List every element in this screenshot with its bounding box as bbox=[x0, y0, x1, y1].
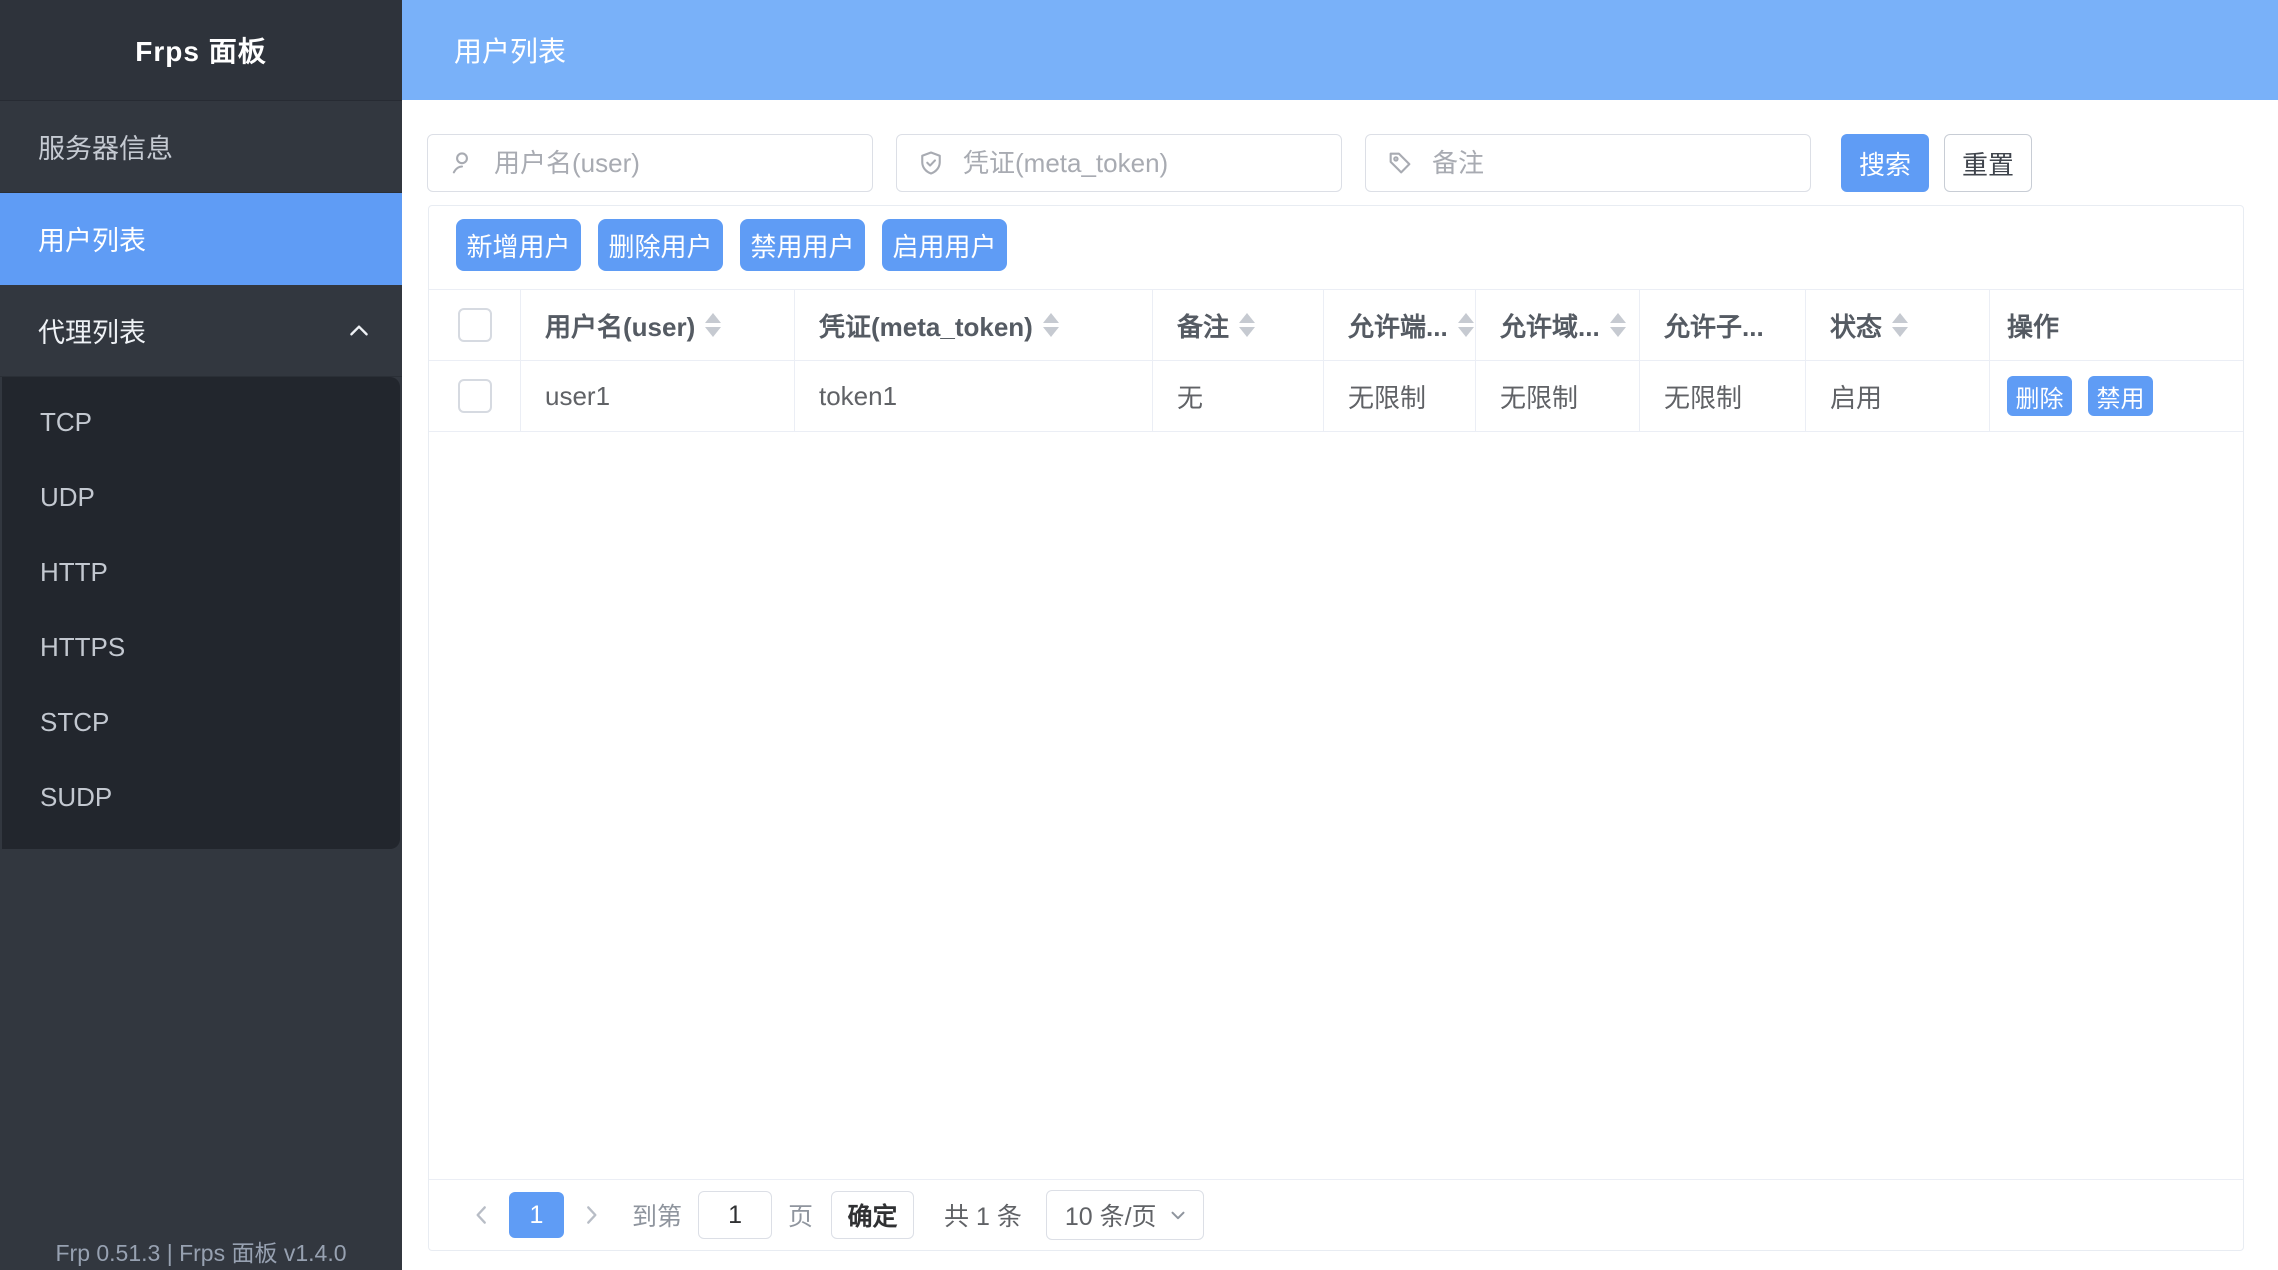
sidebar-item-server-info[interactable]: 服务器信息 bbox=[0, 101, 402, 193]
sort-caret-icon[interactable] bbox=[1043, 313, 1059, 337]
goto-page-input[interactable] bbox=[698, 1191, 772, 1239]
tag-icon bbox=[1386, 149, 1414, 177]
row-checkbox[interactable] bbox=[458, 379, 492, 413]
row-disable-button[interactable]: 禁用 bbox=[2088, 376, 2153, 416]
sidebar-item-http[interactable]: HTTP bbox=[2, 535, 400, 610]
token-field[interactable] bbox=[896, 134, 1342, 192]
cell-ports: 无限制 bbox=[1324, 361, 1476, 431]
pagination-bar: 1 到第 页 确定 共 1 条 10 条/页 bbox=[429, 1179, 2243, 1250]
sort-caret-icon[interactable] bbox=[1239, 313, 1255, 337]
user-table-card: 新增用户 删除用户 禁用用户 启用用户 用户名(user) 凭证(meta_to… bbox=[428, 205, 2244, 1251]
add-user-button[interactable]: 新增用户 bbox=[456, 219, 581, 271]
cell-subdomains: 无限制 bbox=[1640, 361, 1806, 431]
reset-button[interactable]: 重置 bbox=[1944, 134, 2032, 192]
sort-caret-icon[interactable] bbox=[1610, 313, 1626, 337]
username-field[interactable] bbox=[427, 134, 873, 192]
prev-page-icon[interactable] bbox=[469, 1202, 495, 1228]
main-content: 搜索 重置 新增用户 删除用户 禁用用户 启用用户 用户名(user) 凭证(m… bbox=[402, 100, 2278, 1270]
row-select-cell bbox=[429, 361, 521, 431]
page-title: 用户列表 bbox=[402, 30, 566, 70]
cell-status: 启用 bbox=[1806, 361, 1990, 431]
sidebar-item-user-list[interactable]: 用户列表 bbox=[0, 193, 402, 285]
sidebar-item-stcp[interactable]: STCP bbox=[2, 685, 400, 760]
cell-token: token1 bbox=[795, 361, 1153, 431]
column-header-actions: 操作 bbox=[1990, 290, 2243, 360]
remark-field[interactable] bbox=[1365, 134, 1811, 192]
cell-remark: 无 bbox=[1153, 361, 1324, 431]
sidebar: Frps 面板 服务器信息 用户列表 代理列表 TCP UDP HTTP HTT… bbox=[0, 0, 402, 1270]
chevron-down-icon bbox=[1167, 1204, 1189, 1226]
sidebar-item-label: 代理列表 bbox=[38, 311, 146, 350]
select-all-checkbox[interactable] bbox=[458, 308, 492, 342]
cell-user: user1 bbox=[521, 361, 795, 431]
select-all-cell bbox=[429, 290, 521, 360]
column-header-remark[interactable]: 备注 bbox=[1153, 290, 1324, 360]
sort-caret-icon[interactable] bbox=[705, 313, 721, 337]
disable-users-button[interactable]: 禁用用户 bbox=[740, 219, 865, 271]
sort-caret-icon[interactable] bbox=[1458, 313, 1474, 337]
column-header-domains[interactable]: 允许域... bbox=[1476, 290, 1640, 360]
shield-check-icon bbox=[917, 149, 945, 177]
user-icon bbox=[448, 149, 476, 177]
remark-input[interactable] bbox=[1430, 147, 1790, 180]
column-header-ports[interactable]: 允许端... bbox=[1324, 290, 1476, 360]
version-footer: Frp 0.51.3 | Frps 面板 v1.4.0 bbox=[0, 1234, 402, 1268]
search-button[interactable]: 搜索 bbox=[1841, 134, 1929, 192]
sort-caret-icon[interactable] bbox=[1892, 313, 1908, 337]
goto-suffix-label: 页 bbox=[788, 1197, 813, 1233]
total-count-label: 共 1 条 bbox=[944, 1197, 1022, 1233]
column-header-status[interactable]: 状态 bbox=[1806, 290, 1990, 360]
table-header-row: 用户名(user) 凭证(meta_token) 备注 允许端... 允许域..… bbox=[429, 289, 2243, 361]
sidebar-item-label: 服务器信息 bbox=[38, 127, 173, 166]
sidebar-item-tcp[interactable]: TCP bbox=[2, 385, 400, 460]
sidebar-item-https[interactable]: HTTPS bbox=[2, 610, 400, 685]
page-size-select[interactable]: 10 条/页 bbox=[1046, 1190, 1204, 1240]
page-header: 用户列表 bbox=[402, 0, 2278, 100]
toolbar: 新增用户 删除用户 禁用用户 启用用户 bbox=[456, 219, 1024, 271]
sidebar-item-proxy-list[interactable]: 代理列表 bbox=[0, 285, 402, 377]
chevron-up-icon bbox=[346, 318, 372, 344]
page-number-button[interactable]: 1 bbox=[509, 1192, 564, 1238]
column-header-subdomains[interactable]: 允许子... bbox=[1640, 290, 1806, 360]
sidebar-item-sudp[interactable]: SUDP bbox=[2, 760, 400, 835]
token-input[interactable] bbox=[961, 147, 1321, 180]
column-header-token[interactable]: 凭证(meta_token) bbox=[795, 290, 1153, 360]
enable-users-button[interactable]: 启用用户 bbox=[882, 219, 1007, 271]
app-title: Frps 面板 bbox=[0, 0, 402, 101]
column-header-user[interactable]: 用户名(user) bbox=[521, 290, 795, 360]
delete-users-button[interactable]: 删除用户 bbox=[598, 219, 723, 271]
sidebar-item-label: 用户列表 bbox=[38, 219, 146, 258]
goto-confirm-button[interactable]: 确定 bbox=[831, 1191, 914, 1239]
search-row: 搜索 重置 bbox=[427, 134, 2032, 192]
user-table: 用户名(user) 凭证(meta_token) 备注 允许端... 允许域..… bbox=[429, 289, 2243, 432]
cell-actions: 删除 禁用 bbox=[1990, 361, 2243, 431]
table-row: user1 token1 无 无限制 无限制 无限制 启用 删除 禁用 bbox=[429, 361, 2243, 432]
proxy-submenu: TCP UDP HTTP HTTPS STCP SUDP bbox=[2, 377, 400, 849]
row-delete-button[interactable]: 删除 bbox=[2007, 376, 2072, 416]
sidebar-item-udp[interactable]: UDP bbox=[2, 460, 400, 535]
next-page-icon[interactable] bbox=[578, 1202, 604, 1228]
cell-domains: 无限制 bbox=[1476, 361, 1640, 431]
goto-prefix-label: 到第 bbox=[632, 1197, 682, 1233]
username-input[interactable] bbox=[492, 147, 852, 180]
